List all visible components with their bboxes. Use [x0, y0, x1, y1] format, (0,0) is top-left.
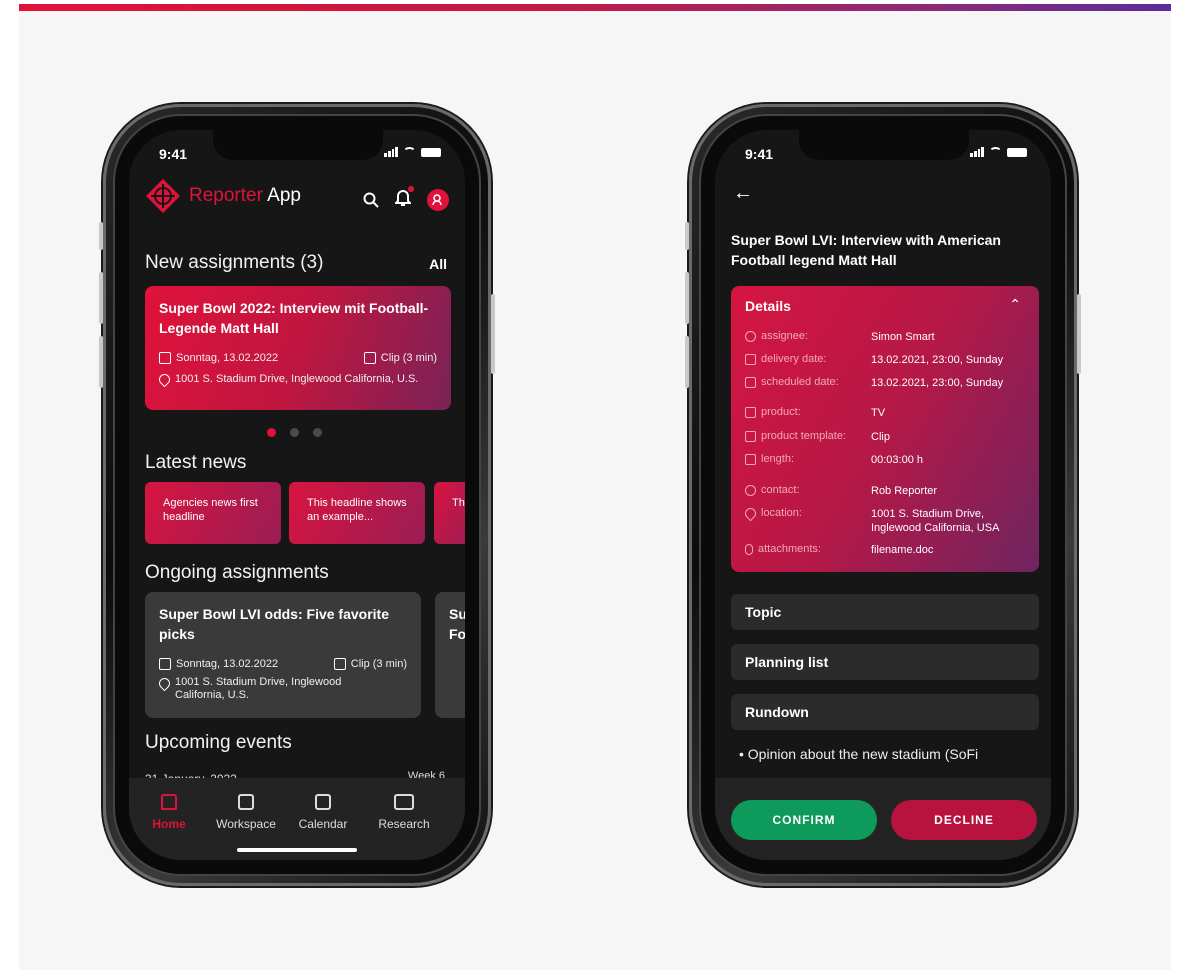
gradient-top-bar [19, 4, 1171, 11]
nav-workspace[interactable]: Workspace [211, 794, 281, 831]
assignment-title: Super Bowl LVI: Interview with American … [731, 232, 1001, 268]
card-type: Clip (3 min) [363, 352, 437, 364]
nav-calendar[interactable]: Calendar [288, 794, 358, 831]
status-icons [970, 147, 1027, 157]
person-icon [745, 331, 756, 342]
detail-row-product-template: product template: Clip [745, 430, 890, 444]
notch [213, 130, 383, 160]
phone-frame-home: 9:41 Reporter App New assignments (3) Al… [99, 104, 495, 886]
status-icons [384, 147, 441, 157]
card-date: Sonntag, 13.02.2022 [159, 352, 278, 364]
search-icon[interactable] [363, 192, 379, 208]
notch [799, 130, 969, 160]
card-title: Super Bowl LVI odds: Five favorite picks [159, 606, 389, 642]
detail-row-delivery-date: delivery date: 13.02.2021, 23:00, Sunday [745, 353, 1003, 367]
detail-row-product: product: TV [745, 406, 885, 420]
latest-news-title: Latest news [145, 452, 247, 473]
section-planning-list[interactable]: Planning list [731, 644, 1039, 680]
upcoming-events-title: Upcoming events [145, 732, 292, 753]
detail-row-scheduled-date: scheduled date: 13.02.2021, 23:00, Sunday [745, 376, 1003, 390]
details-panel: Details ⌃ assignee: Simon Smart delivery … [731, 286, 1039, 572]
app-brand: Reporter App [145, 178, 301, 214]
new-assignment-card[interactable]: Super Bowl 2022: Interview mit Football-… [145, 286, 451, 410]
calendar-icon [159, 658, 171, 670]
card-title: Super Bowl 2022: Interview mit Football-… [159, 300, 429, 336]
battery-icon [1007, 147, 1027, 157]
location-pin-icon [156, 371, 173, 387]
back-arrow-icon[interactable]: ← [733, 182, 753, 205]
home-screen: 9:41 Reporter App New assignments (3) Al… [129, 130, 465, 860]
detail-row-contact: contact: Rob Reporter [745, 484, 937, 498]
detail-row-length: length: 00:03:00 h [745, 453, 923, 467]
status-time: 9:41 [159, 146, 188, 162]
monitor-icon [333, 658, 346, 670]
action-bar: CONFIRM DECLINE [715, 778, 1051, 860]
card-date: Sonntag, 13.02.2022 [159, 658, 278, 670]
battery-icon [421, 147, 441, 157]
app-logo-icon [145, 178, 181, 214]
bottom-navigation: Home Workspace Calendar Research [129, 778, 465, 860]
all-assignments-link[interactable]: All [429, 256, 447, 272]
calendar-check-icon [745, 377, 756, 388]
card-location: 1001 S. Stadium Drive, Inglewood Califor… [156, 371, 437, 387]
news-card[interactable]: Agencies news first headline [145, 482, 281, 544]
home-icon [161, 794, 177, 810]
detail-row-location: location: 1001 S. Stadium Drive, Inglewoo… [742, 505, 1021, 535]
laptop-icon [394, 794, 414, 810]
section-rundown[interactable]: Rundown [731, 694, 1039, 730]
notification-dot [408, 186, 414, 192]
signal-icon [970, 147, 984, 157]
product-icon [745, 407, 756, 418]
section-topic[interactable]: Topic [731, 594, 1039, 630]
card-location: 1001 S. Stadium Drive, Inglewood Califor… [156, 675, 359, 702]
calendar-icon [745, 354, 756, 365]
confirm-button[interactable]: CONFIRM [731, 800, 877, 840]
rundown-bullet: • Opinion about the new stadium (SoFi [739, 746, 979, 762]
wifi-icon [403, 147, 416, 157]
news-card-peek[interactable]: Thi an [434, 482, 465, 544]
wifi-icon [989, 147, 1002, 157]
app-name: Reporter App [189, 185, 301, 206]
detail-row-attachments: attachments: filename.doc [745, 543, 933, 557]
details-header[interactable]: Details [745, 298, 791, 314]
briefcase-icon [238, 794, 254, 810]
signal-icon [384, 147, 398, 157]
ongoing-assignment-card-peek[interactable]: Su Fo [435, 592, 465, 718]
notification-bell-icon[interactable] [393, 186, 414, 211]
header-actions [363, 186, 449, 211]
ongoing-assignments-title: Ongoing assignments [145, 562, 329, 583]
length-icon [745, 454, 756, 465]
status-time: 9:41 [745, 146, 774, 162]
template-icon [745, 431, 756, 442]
calendar-icon [159, 352, 171, 364]
detail-screen: 9:41 ← Super Bowl LVI: Interview with Am… [715, 130, 1051, 860]
new-assignments-title: New assignments (3) [145, 252, 324, 273]
card-type: Clip (3 min) [333, 658, 407, 670]
nav-research[interactable]: Research [369, 794, 439, 831]
user-avatar[interactable] [427, 188, 449, 211]
calendar-icon [315, 794, 331, 810]
location-pin-icon [742, 505, 759, 522]
phone-frame-detail: 9:41 ← Super Bowl LVI: Interview with Am… [685, 104, 1081, 886]
monitor-icon [363, 352, 376, 364]
person-icon [745, 485, 756, 496]
nav-home[interactable]: Home [134, 794, 204, 831]
ongoing-assignment-card[interactable]: Super Bowl LVI odds: Five favorite picks… [145, 592, 421, 718]
location-pin-icon [156, 675, 173, 692]
carousel-dots[interactable] [267, 428, 322, 437]
chevron-up-icon[interactable]: ⌃ [1009, 296, 1021, 313]
news-card[interactable]: This headline shows an example... [289, 482, 425, 544]
home-indicator [237, 848, 357, 852]
paperclip-icon [745, 544, 753, 555]
detail-row-assignee: assignee: Simon Smart [745, 330, 935, 344]
decline-button[interactable]: DECLINE [891, 800, 1037, 840]
